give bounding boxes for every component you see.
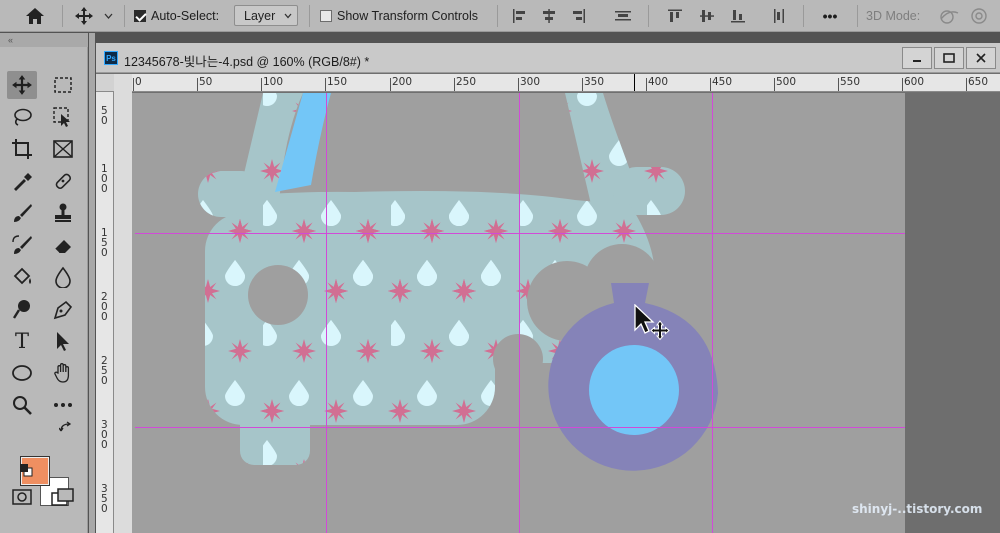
move-cursor-icon bbox=[634, 303, 674, 349]
guide-vertical[interactable] bbox=[712, 93, 713, 533]
collapse-arrows-icon[interactable]: « bbox=[8, 35, 13, 45]
brush-tool-icon[interactable] bbox=[7, 199, 37, 227]
ruler-left-label-300: 300 bbox=[101, 419, 108, 451]
zoom-tool-icon[interactable] bbox=[7, 391, 37, 419]
guide-horizontal[interactable] bbox=[135, 427, 905, 428]
hand-tool-icon[interactable] bbox=[48, 359, 78, 387]
quick-mask-icon[interactable] bbox=[7, 483, 37, 511]
ruler-left[interactable]: 50 100 150 200 250 300 350 bbox=[96, 92, 114, 533]
distribute-icon[interactable] bbox=[611, 0, 635, 32]
artwork bbox=[198, 93, 718, 471]
tools-panel-header: « bbox=[0, 33, 88, 47]
stamp-tool-icon[interactable] bbox=[48, 199, 78, 227]
guide-vertical[interactable] bbox=[519, 93, 520, 533]
close-button[interactable] bbox=[966, 47, 996, 69]
marquee-tool-icon[interactable] bbox=[48, 71, 78, 99]
crop-tool-icon[interactable] bbox=[7, 135, 37, 163]
history-brush-tool-icon[interactable] bbox=[7, 231, 37, 259]
options-bar: Auto-Select: Layer Show Transform Contro… bbox=[0, 0, 1000, 32]
swap-colors-icon[interactable] bbox=[56, 419, 76, 437]
panel-strip bbox=[89, 33, 95, 533]
show-transform-checkbox[interactable] bbox=[319, 0, 333, 32]
3d-roll-icon[interactable] bbox=[966, 0, 992, 32]
align-right-icon[interactable] bbox=[568, 0, 590, 32]
auto-select-label: Auto-Select: bbox=[151, 9, 220, 23]
screen-mode-icon[interactable] bbox=[48, 483, 78, 511]
ruler-left-label-150: 150 bbox=[101, 227, 108, 259]
maximize-button[interactable] bbox=[934, 47, 964, 69]
default-colors-icon[interactable] bbox=[16, 461, 36, 479]
dodge-tool-icon[interactable] bbox=[7, 295, 37, 323]
more-tools-icon[interactable] bbox=[48, 391, 78, 419]
canvas[interactable] bbox=[135, 93, 905, 533]
path-select-tool-icon[interactable] bbox=[48, 327, 78, 355]
guide-horizontal[interactable] bbox=[135, 233, 905, 234]
minimize-button[interactable] bbox=[902, 47, 932, 69]
document-tab[interactable]: Ps 12345678-빛나는-4.psd @ 160% (RGB/8#) * bbox=[96, 43, 1000, 73]
3d-mode-label: 3D Mode: bbox=[866, 9, 921, 23]
show-transform-label: Show Transform Controls bbox=[337, 9, 479, 23]
ruler-top[interactable]: 0 50 100 150 200 250 300 350 400 450 500… bbox=[132, 74, 1000, 92]
document-title: 12345678-빛나는-4.psd @ 160% (RGB/8#) * bbox=[124, 55, 370, 69]
guide-vertical[interactable] bbox=[326, 93, 327, 533]
auto-select-checkbox[interactable] bbox=[133, 0, 147, 32]
blur-tool-icon[interactable] bbox=[48, 263, 78, 291]
tools-panel: « T bbox=[0, 33, 88, 533]
frame-tool-icon[interactable] bbox=[48, 135, 78, 163]
photoshop-file-icon: Ps bbox=[104, 51, 118, 65]
more-options-icon[interactable]: ••• bbox=[812, 0, 848, 32]
distribute-v-icon[interactable] bbox=[768, 0, 790, 32]
object-select-tool-icon[interactable] bbox=[48, 103, 78, 131]
eyedropper-tool-icon[interactable] bbox=[7, 167, 37, 195]
eraser-tool-icon[interactable] bbox=[48, 231, 78, 259]
move-tool-preset-icon[interactable] bbox=[72, 0, 96, 32]
3d-orbit-icon[interactable] bbox=[936, 0, 962, 32]
type-tool-icon[interactable]: T bbox=[7, 327, 37, 355]
ellipse-tool-icon[interactable] bbox=[7, 359, 37, 387]
align-bottom-icon[interactable] bbox=[727, 0, 749, 32]
ruler-left-label-200: 200 bbox=[101, 291, 108, 323]
ruler-left-label-250: 250 bbox=[101, 355, 108, 387]
ruler-left-label-100: 100 bbox=[101, 163, 108, 195]
chevron-down-icon[interactable] bbox=[100, 0, 116, 32]
watermark-text: shinyj-..tistory.com bbox=[852, 502, 983, 516]
align-center-h-icon[interactable] bbox=[538, 0, 560, 32]
move-tool-icon[interactable] bbox=[7, 71, 37, 99]
align-middle-icon[interactable] bbox=[696, 0, 718, 32]
align-left-icon[interactable] bbox=[508, 0, 530, 32]
home-icon[interactable] bbox=[22, 0, 48, 32]
layer-select[interactable]: Layer bbox=[234, 5, 298, 26]
align-top-icon[interactable] bbox=[664, 0, 686, 32]
healing-tool-icon[interactable] bbox=[48, 167, 78, 195]
lasso-tool-icon[interactable] bbox=[7, 103, 37, 131]
canvas-right-margin bbox=[905, 93, 1000, 533]
paint-bucket-tool-icon[interactable] bbox=[7, 263, 37, 291]
ruler-left-label-350: 350 bbox=[101, 483, 108, 515]
pen-tool-icon[interactable] bbox=[48, 295, 78, 323]
ruler-left-label-50: 50 bbox=[101, 105, 108, 127]
ruler-gap bbox=[114, 74, 132, 533]
